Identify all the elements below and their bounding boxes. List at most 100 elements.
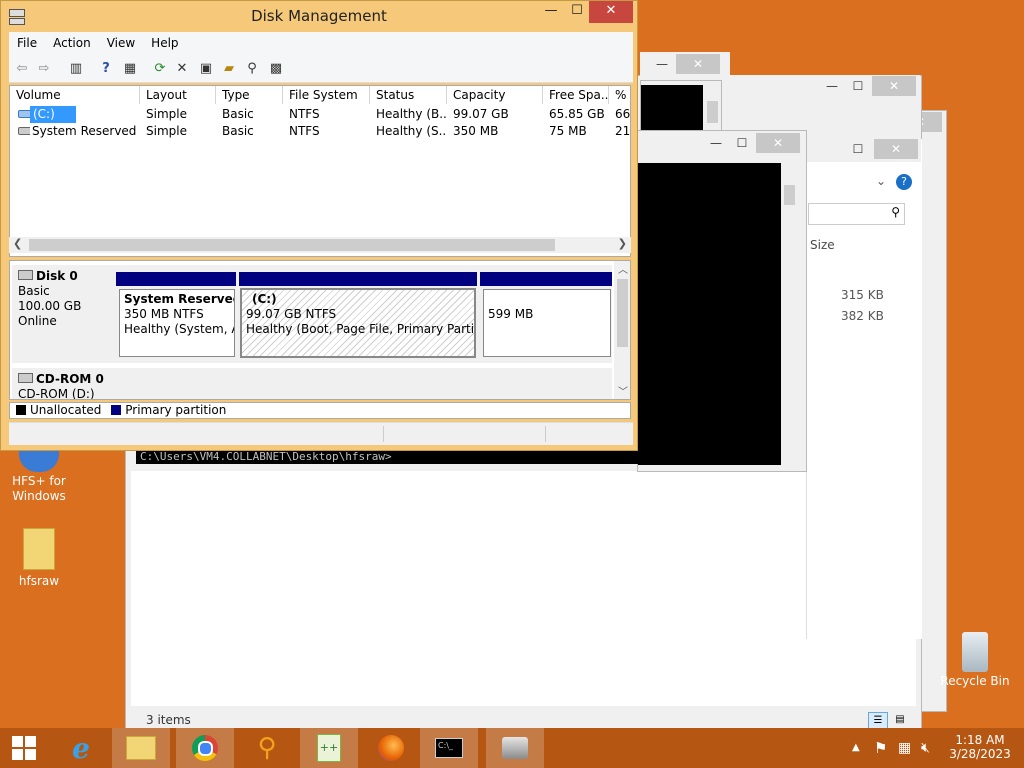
clock-time: 1:18 AM	[955, 733, 1005, 747]
status-bar	[9, 422, 633, 445]
properties-icon[interactable]: ▦	[121, 59, 139, 77]
col-status[interactable]: Status	[370, 86, 447, 104]
partition-599mb[interactable]: 599 MB	[483, 289, 611, 357]
close-icon[interactable]: ✕	[756, 133, 800, 153]
close-button[interactable]: ✕	[589, 1, 633, 23]
minimize-button[interactable]: —	[539, 1, 563, 23]
forward-arrow-icon[interactable]: ⇨	[35, 59, 53, 77]
internet-explorer-icon: e	[72, 731, 90, 765]
unallocated-swatch	[16, 405, 26, 415]
scroll-up-icon[interactable]: ︿	[618, 261, 628, 276]
row-volume-icon	[12, 106, 30, 123]
scroll-thumb[interactable]	[29, 239, 555, 251]
item-count: 3 items	[146, 713, 191, 727]
console-screen[interactable]	[638, 163, 781, 465]
desktop-icon-recycle-bin[interactable]: Recycle Bin	[940, 632, 1010, 689]
help-icon[interactable]: ?	[896, 174, 912, 190]
console-scrollbar[interactable]	[781, 163, 798, 465]
taskbar-search-tool[interactable]: ⚲	[238, 728, 296, 768]
search-field[interactable]: ⚲	[808, 203, 905, 225]
firefox-icon	[378, 735, 404, 761]
taskbar-ie[interactable]: e	[52, 728, 110, 768]
desktop-icon-label: Recycle Bin	[940, 674, 1010, 688]
col-layout[interactable]: Layout	[140, 86, 216, 104]
back-arrow-icon[interactable]: ⇦	[13, 59, 31, 77]
menu-help[interactable]: Help	[143, 32, 186, 54]
desktop-icon-label: HFS+ for Windows	[12, 474, 66, 503]
partition-status: Healthy (Boot, Page File, Primary Partit…	[246, 322, 475, 336]
toolbar: ⇦ ⇨ ▥ ? ▦ ⟳ ✕ ▣ ▰ ⚲ ▩	[9, 54, 633, 83]
cdrom-area	[116, 368, 612, 399]
network-icon[interactable]: ▦	[898, 728, 911, 768]
desktop-icon-hfsraw[interactable]: hfsraw	[4, 528, 74, 589]
volume-muted-icon[interactable]: 🔇︎	[921, 728, 930, 768]
start-button[interactable]	[0, 728, 48, 768]
taskbar-notepadpp[interactable]: ++	[300, 728, 358, 768]
desktop-icon-hfs[interactable]: HFS+ for Windows	[4, 446, 74, 504]
tray-overflow-icon[interactable]: ▲	[852, 728, 860, 768]
partition-name: (C:)	[252, 292, 277, 306]
close-icon[interactable]: ✕	[874, 139, 918, 159]
file-size-1: 315 KB	[841, 288, 884, 302]
minimize-icon[interactable]: —	[820, 76, 844, 96]
col-type[interactable]: Type	[216, 86, 283, 104]
help-icon[interactable]: ?	[97, 59, 115, 77]
legend: Unallocated Primary partition	[9, 402, 631, 419]
col-volume[interactable]: Volume	[10, 86, 140, 104]
partition-c[interactable]: (C:) 99.07 GB NTFS Healthy (Boot, Page F…	[240, 288, 476, 358]
action-center-flag-icon[interactable]: ⚑	[874, 728, 887, 768]
taskbar-firefox[interactable]	[362, 728, 420, 768]
taskbar-chrome[interactable]	[176, 728, 234, 768]
col-capacity[interactable]: Capacity	[447, 86, 543, 104]
scroll-right-icon[interactable]: ❯	[618, 237, 627, 250]
open-folder-icon[interactable]: ▰	[220, 59, 238, 77]
col-file-system[interactable]: File System	[283, 86, 370, 104]
type-value: Basic	[222, 107, 254, 121]
scroll-left-icon[interactable]: ❮	[13, 237, 22, 250]
find-icon[interactable]: ⚲	[243, 59, 261, 77]
maximize-icon[interactable]: ☐	[730, 133, 754, 153]
type-value: Basic	[222, 124, 254, 138]
minimize-icon[interactable]: —	[650, 54, 674, 74]
menu-action[interactable]: Action	[45, 32, 99, 54]
cdrom-info[interactable]: CD-ROM 0 CD-ROM (D:)	[12, 368, 116, 399]
maximize-button[interactable]: ☐	[565, 1, 589, 23]
scroll-down-icon[interactable]: ﹀	[618, 383, 628, 398]
maximize-icon[interactable]: ☐	[846, 76, 870, 96]
close-icon[interactable]: ✕	[676, 54, 720, 74]
horizontal-scrollbar[interactable]: ❮ ❯	[9, 237, 631, 253]
disk-tool-icon[interactable]: ▩	[267, 59, 285, 77]
partition-status: Healthy (System, Ac	[124, 322, 235, 336]
properties-sheet-icon[interactable]: ▣	[197, 59, 215, 77]
window-stack-2: — ✕	[640, 52, 730, 82]
partition-size: 99.07 GB NTFS	[246, 307, 337, 321]
col-free-space[interactable]: Free Spa...	[543, 86, 609, 104]
delete-icon[interactable]: ✕	[173, 59, 191, 77]
maximize-icon[interactable]: ☐	[846, 139, 870, 159]
taskbar-cmd[interactable]: C:\_	[420, 728, 478, 768]
console-tree-icon[interactable]: ▥	[67, 59, 85, 77]
disk0-info[interactable]: Disk 0 Basic 100.00 GB Online	[12, 265, 116, 363]
scroll-thumb[interactable]	[617, 279, 628, 347]
taskbar-disk-management[interactable]	[486, 728, 544, 768]
folder-icon	[126, 736, 156, 760]
notepad-plus-icon: ++	[317, 734, 341, 762]
fs-value: NTFS	[289, 124, 320, 138]
clock[interactable]: 1:18 AM 3/28/2023	[948, 728, 1012, 768]
refresh-icon[interactable]: ⟳	[151, 59, 169, 77]
close-icon[interactable]: ✕	[872, 76, 916, 96]
explorer-content	[131, 471, 916, 706]
menu-file[interactable]: File	[9, 32, 45, 54]
menu-view[interactable]: View	[99, 32, 143, 54]
taskbar: e ⚲ ++ C:\_ ▲ ⚑ ▦ 🔇︎ 1:18 AM 3/28/2023	[0, 728, 1024, 768]
col-percent-free[interactable]: % F	[609, 86, 630, 104]
minimize-icon[interactable]: —	[704, 133, 728, 153]
chevron-down-icon[interactable]: ⌄	[876, 174, 886, 188]
partition-system-reserved[interactable]: System Reserved 350 MB NTFS Healthy (Sys…	[119, 289, 235, 357]
col-size-header[interactable]: Size	[810, 238, 835, 252]
console-window-top	[640, 80, 722, 134]
taskbar-file-explorer[interactable]	[112, 728, 170, 768]
capacity-value: 99.07 GB	[453, 107, 509, 121]
vertical-scrollbar[interactable]: ︿ ﹀	[614, 261, 630, 399]
large-icons-view-icon[interactable]: ▤	[892, 712, 908, 728]
